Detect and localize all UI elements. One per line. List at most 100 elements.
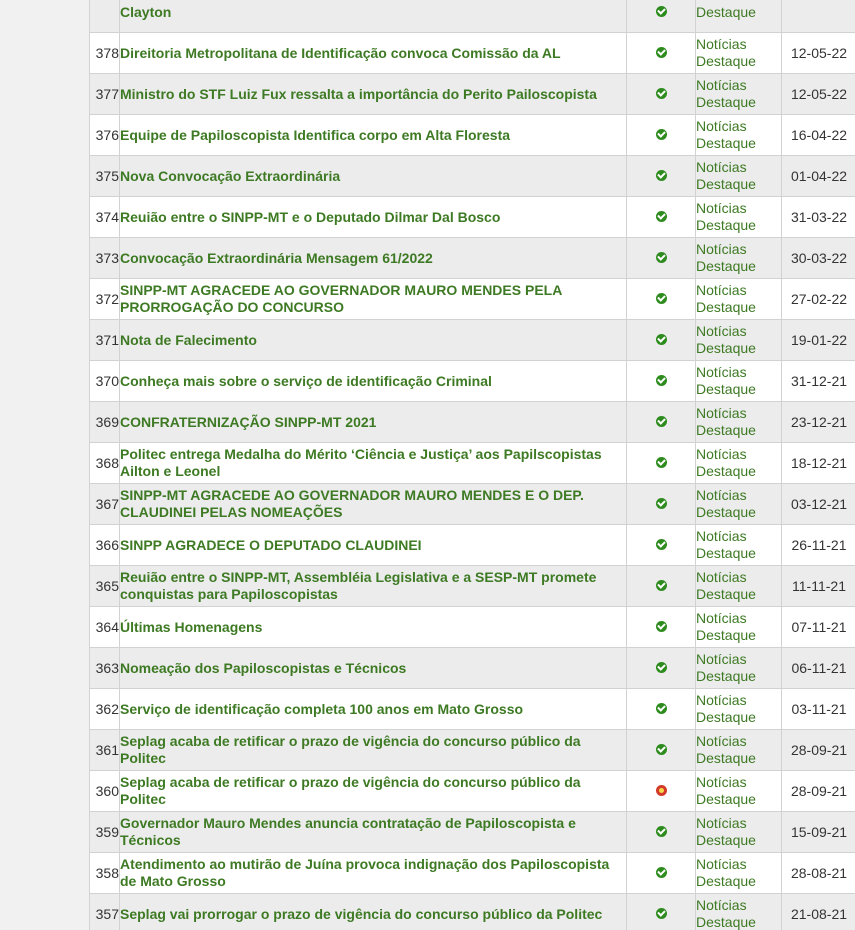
row-id: 372 xyxy=(89,278,120,320)
news-title-link[interactable]: Últimas Homenagens xyxy=(121,619,626,636)
news-title-link[interactable]: SINPP-MT AGRACEDE AO GOVERNADOR MAURO ME… xyxy=(121,282,626,316)
news-title-link[interactable]: Serviço de identificação completa 100 an… xyxy=(121,701,626,718)
row-id: 363 xyxy=(89,647,120,689)
category-line-2: Destaque xyxy=(696,340,756,356)
published-check-icon[interactable] xyxy=(655,6,667,18)
status-cell xyxy=(626,524,696,566)
news-title-link[interactable]: CONFRATERNIZAÇÃO SINPP-MT 2021 xyxy=(121,414,626,431)
table-row: 376 Equipe de Papiloscopista Identifica c… xyxy=(89,114,855,156)
row-date: 31-03-22 xyxy=(781,196,855,238)
row-date: 21-08-21 xyxy=(781,893,855,930)
category-line-1: Notícias xyxy=(696,856,747,872)
row-date: 01-04-22 xyxy=(781,155,855,197)
status-cell xyxy=(626,155,696,197)
news-title-link[interactable]: Politec entrega Medalha do Mérito ‘Ciênc… xyxy=(121,446,626,480)
category-line-2: Destaque xyxy=(696,258,756,274)
news-title-link[interactable]: Governador Mauro Mendes anuncia contrata… xyxy=(121,815,626,849)
row-date: 27-02-22 xyxy=(781,278,855,320)
row-id: 376 xyxy=(89,114,120,156)
row-id: 378 xyxy=(89,32,120,74)
status-cell xyxy=(626,893,696,930)
category-cell: Notícias Destaque xyxy=(695,483,782,525)
row-id: 371 xyxy=(89,319,120,361)
table-row: 358 Atendimento ao mutirão de Juína provo… xyxy=(89,852,855,894)
news-title-link[interactable]: SINPP AGRADECE O DEPUTADO CLAUDINEI xyxy=(121,537,626,554)
row-id: 366 xyxy=(89,524,120,566)
status-cell xyxy=(626,852,696,894)
title-cell: CONFRATERNIZAÇÃO SINPP-MT 2021 xyxy=(119,401,627,443)
row-date: 11-11-21 xyxy=(781,565,855,607)
published-check-icon[interactable] xyxy=(655,211,667,223)
news-title-link[interactable]: Seplag vai prorrogar o prazo de vigência… xyxy=(121,906,626,923)
table-row: 377 Ministro do STF Luiz Fux ressalta a i… xyxy=(89,73,855,115)
category-cell: Notícias Destaque xyxy=(695,196,782,238)
category-line-1: Notícias xyxy=(696,405,747,421)
published-check-icon[interactable] xyxy=(655,580,667,592)
category-cell: Notícias Destaque xyxy=(695,606,782,648)
status-cell xyxy=(626,606,696,648)
news-title-link[interactable]: Seplag acaba de retificar o prazo de vig… xyxy=(121,733,626,767)
published-check-icon[interactable] xyxy=(655,129,667,141)
title-cell: Seplag acaba de retificar o prazo de vig… xyxy=(119,770,627,812)
published-check-icon[interactable] xyxy=(655,88,667,100)
published-check-icon[interactable] xyxy=(655,170,667,182)
news-title-link[interactable]: Equipe de Papiloscopista Identifica corp… xyxy=(121,127,626,144)
table-row: 371 Nota de Falecimento Notícias Destaque 19… xyxy=(89,319,855,361)
published-check-icon[interactable] xyxy=(655,47,667,59)
news-title-link[interactable]: Nova Convocação Extraordinária xyxy=(121,168,626,185)
published-check-icon[interactable] xyxy=(655,662,667,674)
news-title-link[interactable]: Direitoria Metropolitana de Identificaçã… xyxy=(121,45,626,62)
published-check-icon[interactable] xyxy=(655,375,667,387)
table-row: 370 Conheça mais sobre o serviço de ident… xyxy=(89,360,855,402)
row-id: 374 xyxy=(89,196,120,238)
status-cell xyxy=(626,278,696,320)
unpublished-status-icon[interactable] xyxy=(655,785,667,797)
news-title-link[interactable]: Clayton xyxy=(121,4,626,21)
news-title-link[interactable]: Reuião entre o SINPP-MT, Assembléia Legi… xyxy=(121,569,626,603)
published-check-icon[interactable] xyxy=(655,744,667,756)
status-cell xyxy=(626,0,696,33)
published-check-icon[interactable] xyxy=(655,539,667,551)
published-check-icon[interactable] xyxy=(655,293,667,305)
published-check-icon[interactable] xyxy=(655,908,667,920)
published-check-icon[interactable] xyxy=(655,498,667,510)
category-line-2: Destaque xyxy=(696,463,756,479)
row-date: 03-11-21 xyxy=(781,688,855,730)
category-line-1: Notícias xyxy=(696,651,747,667)
published-check-icon[interactable] xyxy=(655,826,667,838)
category-line-2: Destaque xyxy=(696,422,756,438)
news-title-link[interactable]: Reuião entre o SINPP-MT e o Deputado Dil… xyxy=(121,209,626,226)
category-cell: Notícias Destaque xyxy=(695,893,782,930)
published-check-icon[interactable] xyxy=(655,416,667,428)
news-title-link[interactable]: SINPP-MT AGRACEDE AO GOVERNADOR MAURO ME… xyxy=(121,487,626,521)
row-id: 365 xyxy=(89,565,120,607)
category-cell: Notícias Destaque xyxy=(695,770,782,812)
news-title-link[interactable]: Nota de Falecimento xyxy=(121,332,626,349)
status-cell xyxy=(626,565,696,607)
published-check-icon[interactable] xyxy=(655,867,667,879)
news-title-link[interactable]: Nomeação dos Papiloscopistas e Técnicos xyxy=(121,660,626,677)
status-cell xyxy=(626,32,696,74)
row-date: 28-09-21 xyxy=(781,770,855,812)
news-title-link[interactable]: Atendimento ao mutirão de Juína provoca … xyxy=(121,856,626,890)
news-title-link[interactable]: Convocação Extraordinária Mensagem 61/20… xyxy=(121,250,626,267)
title-cell: SINPP-MT AGRACEDE AO GOVERNADOR MAURO ME… xyxy=(119,483,627,525)
row-date: 16-04-22 xyxy=(781,114,855,156)
status-cell xyxy=(626,319,696,361)
published-check-icon[interactable] xyxy=(655,457,667,469)
row-date: 12-05-22 xyxy=(781,73,855,115)
status-cell xyxy=(626,770,696,812)
category-cell: Notícias Destaque xyxy=(695,278,782,320)
news-table-body: Clayton Destaque 378 Direitoria Metropolita… xyxy=(89,0,855,930)
news-title-link[interactable]: Seplag acaba de retificar o prazo de vig… xyxy=(121,774,626,808)
category-line-2: Destaque xyxy=(696,627,756,643)
published-check-icon[interactable] xyxy=(655,334,667,346)
category-line-2: Destaque xyxy=(696,791,756,807)
published-check-icon[interactable] xyxy=(655,621,667,633)
published-check-icon[interactable] xyxy=(655,252,667,264)
news-title-link[interactable]: Ministro do STF Luiz Fux ressalta a impo… xyxy=(121,86,626,103)
status-cell xyxy=(626,114,696,156)
category-line-2: Destaque xyxy=(696,135,756,151)
news-title-link[interactable]: Conheça mais sobre o serviço de identifi… xyxy=(121,373,626,390)
published-check-icon[interactable] xyxy=(655,703,667,715)
